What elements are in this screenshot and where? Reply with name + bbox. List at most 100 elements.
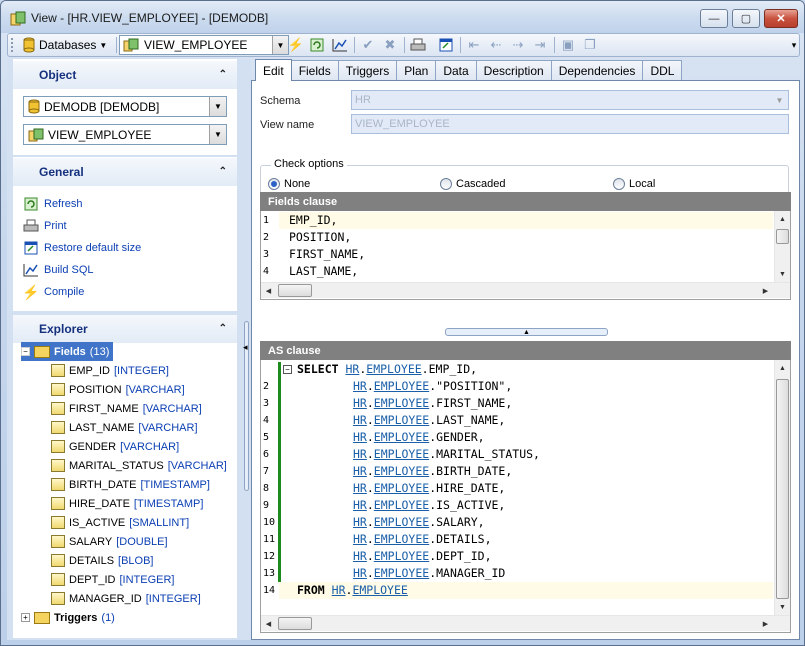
- column-ref: DEPT_ID,: [436, 549, 492, 563]
- refresh-action[interactable]: Refresh: [23, 195, 83, 213]
- chevron-down-icon[interactable]: ▼: [209, 125, 226, 144]
- scroll-thumb[interactable]: [278, 617, 312, 630]
- object-section-header[interactable]: Object ⌃: [13, 61, 237, 89]
- horizontal-scrollbar[interactable]: ◀ ▶: [261, 282, 790, 298]
- general-section-header[interactable]: General ⌃: [13, 158, 237, 186]
- tab-fields[interactable]: Fields: [290, 60, 339, 81]
- maximize-button[interactable]: ▢: [732, 9, 760, 28]
- object-select-combo[interactable]: VIEW_EMPLOYEE ▼: [23, 124, 227, 145]
- vertical-scrollbar[interactable]: ▲ ▼: [774, 360, 790, 615]
- move-first-icon[interactable]: ⇤: [466, 37, 482, 53]
- as-clause-editor[interactable]: − SELECT HR.EMPLOYEE.EMP_ID, 2 HR.EMPLOYEE…: [260, 360, 791, 633]
- option-local-radio[interactable]: Local: [613, 178, 655, 190]
- minimize-button[interactable]: —: [700, 9, 728, 28]
- refresh-icon[interactable]: [309, 37, 325, 53]
- collapse-icon[interactable]: ⌃: [219, 323, 227, 334]
- rollback-icon[interactable]: ✖: [382, 37, 398, 53]
- scroll-down-icon[interactable]: ▼: [775, 266, 790, 282]
- collapse-icon[interactable]: ⌃: [219, 69, 227, 80]
- save-icon[interactable]: ▣: [560, 37, 576, 53]
- scroll-right-icon[interactable]: ▶: [758, 616, 773, 631]
- tab-description[interactable]: Description: [475, 60, 552, 81]
- tab-triggers[interactable]: Triggers: [337, 60, 398, 81]
- tab-plan[interactable]: Plan: [396, 60, 437, 81]
- option-none-radio[interactable]: None: [268, 178, 310, 190]
- tree-node-field[interactable]: DEPT_ID [INTEGER]: [51, 570, 174, 589]
- move-last-icon[interactable]: ⇥: [532, 37, 548, 53]
- tree-node-field[interactable]: GENDER [VARCHAR]: [51, 437, 179, 456]
- explorer-section-header[interactable]: Explorer ⌃: [13, 315, 237, 343]
- refresh-label: Refresh: [44, 198, 83, 210]
- restore-size-icon[interactable]: [438, 37, 454, 53]
- column-ref: HIRE_DATE,: [436, 481, 506, 495]
- object-combo[interactable]: VIEW_EMPLOYEE ▼: [119, 35, 289, 55]
- restore-size-action[interactable]: Restore default size: [23, 239, 141, 257]
- tab-data[interactable]: Data: [435, 60, 477, 81]
- toolbar-grip[interactable]: [11, 38, 14, 52]
- scroll-up-icon[interactable]: ▲: [775, 211, 790, 227]
- tab-dependencies[interactable]: Dependencies: [550, 60, 644, 81]
- schema-ref: HR: [353, 481, 367, 495]
- databases-dropdown[interactable]: Databases ▼: [22, 36, 107, 54]
- scroll-up-icon[interactable]: ▲: [775, 360, 790, 376]
- print-icon[interactable]: [410, 37, 426, 53]
- move-prev-icon[interactable]: ⇠: [488, 37, 504, 53]
- collapse-panel-icon[interactable]: ◂: [243, 342, 248, 353]
- scroll-thumb[interactable]: [278, 284, 312, 297]
- tree-node-field[interactable]: IS_ACTIVE [SMALLINT]: [51, 513, 189, 532]
- table-ref: EMPLOYEE: [373, 464, 430, 478]
- print-action[interactable]: Print: [23, 217, 67, 235]
- expand-node-icon[interactable]: +: [21, 613, 30, 622]
- scroll-right-icon[interactable]: ▶: [758, 283, 773, 298]
- tree-node-field[interactable]: MANAGER_ID [INTEGER]: [51, 589, 201, 608]
- scroll-left-icon[interactable]: ◀: [261, 616, 276, 631]
- main-toolbar: Databases ▼ VIEW_EMPLOYEE ▼ ⚡ ✔ ✖ ⇤ ⇠ ⇢ …: [7, 33, 800, 57]
- column-ref: GENDER,: [436, 430, 485, 444]
- view-name-value: VIEW_EMPLOYEE: [355, 118, 450, 130]
- tab-ddl[interactable]: DDL: [642, 60, 683, 81]
- tree-node-fields[interactable]: − Fields (13): [21, 342, 114, 361]
- tree-node-field[interactable]: MARITAL_STATUS [VARCHAR]: [51, 456, 227, 475]
- build-sql-icon[interactable]: [332, 37, 348, 53]
- tree-node-field[interactable]: FIRST_NAME [VARCHAR]: [51, 399, 202, 418]
- tree-node-field[interactable]: LAST_NAME [VARCHAR]: [51, 418, 198, 437]
- tree-node-field[interactable]: DETAILS [BLOB]: [51, 551, 154, 570]
- compile-icon[interactable]: ⚡: [288, 37, 304, 53]
- copy-icon[interactable]: ❐: [582, 37, 598, 53]
- collapse-icon[interactable]: ⌃: [219, 166, 227, 177]
- option-cascaded-radio[interactable]: Cascaded: [440, 178, 506, 190]
- commit-icon[interactable]: ✔: [360, 37, 376, 53]
- tree-node-field[interactable]: HIRE_DATE [TIMESTAMP]: [51, 494, 203, 513]
- scroll-left-icon[interactable]: ◀: [261, 283, 276, 298]
- tree-node-field[interactable]: EMP_ID [INTEGER]: [51, 361, 169, 380]
- object-combo-value: VIEW_EMPLOYEE: [144, 38, 248, 52]
- tree-node-triggers[interactable]: + Triggers (1): [21, 608, 115, 627]
- panel-splitter[interactable]: ◂: [243, 59, 251, 640]
- editor-splitter[interactable]: ▲: [445, 328, 608, 336]
- move-next-icon[interactable]: ⇢: [510, 37, 526, 53]
- vertical-scrollbar[interactable]: ▲ ▼: [774, 211, 790, 282]
- close-button[interactable]: ✕: [764, 9, 798, 28]
- schema-ref: HR: [353, 396, 367, 410]
- restore-size-icon: [23, 240, 39, 256]
- scroll-thumb[interactable]: [776, 379, 789, 599]
- option-cascaded-label: Cascaded: [456, 178, 506, 190]
- code-line: FIRST_NAME,: [289, 247, 366, 261]
- compile-action[interactable]: ⚡ Compile: [22, 283, 84, 301]
- tree-node-field[interactable]: SALARY [DOUBLE]: [51, 532, 168, 551]
- tree-node-field[interactable]: BIRTH_DATE [TIMESTAMP]: [51, 475, 210, 494]
- toolbar-options-icon[interactable]: ▾: [786, 37, 802, 53]
- collapse-node-icon[interactable]: −: [21, 347, 30, 356]
- chevron-down-icon[interactable]: ▼: [272, 36, 288, 54]
- scroll-thumb[interactable]: [776, 229, 789, 244]
- fields-clause-editor[interactable]: 1 EMP_ID, 2 POSITION, 3 FIRST_NAME, 4 LAST_NAME…: [260, 211, 791, 300]
- tree-node-field[interactable]: POSITION [VARCHAR]: [51, 380, 185, 399]
- tab-edit[interactable]: Edit: [255, 59, 292, 81]
- chevron-down-icon[interactable]: ▼: [209, 97, 226, 116]
- fold-collapse-icon[interactable]: −: [283, 365, 292, 374]
- build-sql-action[interactable]: Build SQL: [23, 261, 94, 279]
- database-combo[interactable]: DEMODB [DEMODB] ▼: [23, 96, 227, 117]
- object-select-value: VIEW_EMPLOYEE: [48, 127, 152, 142]
- horizontal-scrollbar[interactable]: ◀ ▶: [261, 615, 790, 631]
- scroll-down-icon[interactable]: ▼: [775, 599, 790, 615]
